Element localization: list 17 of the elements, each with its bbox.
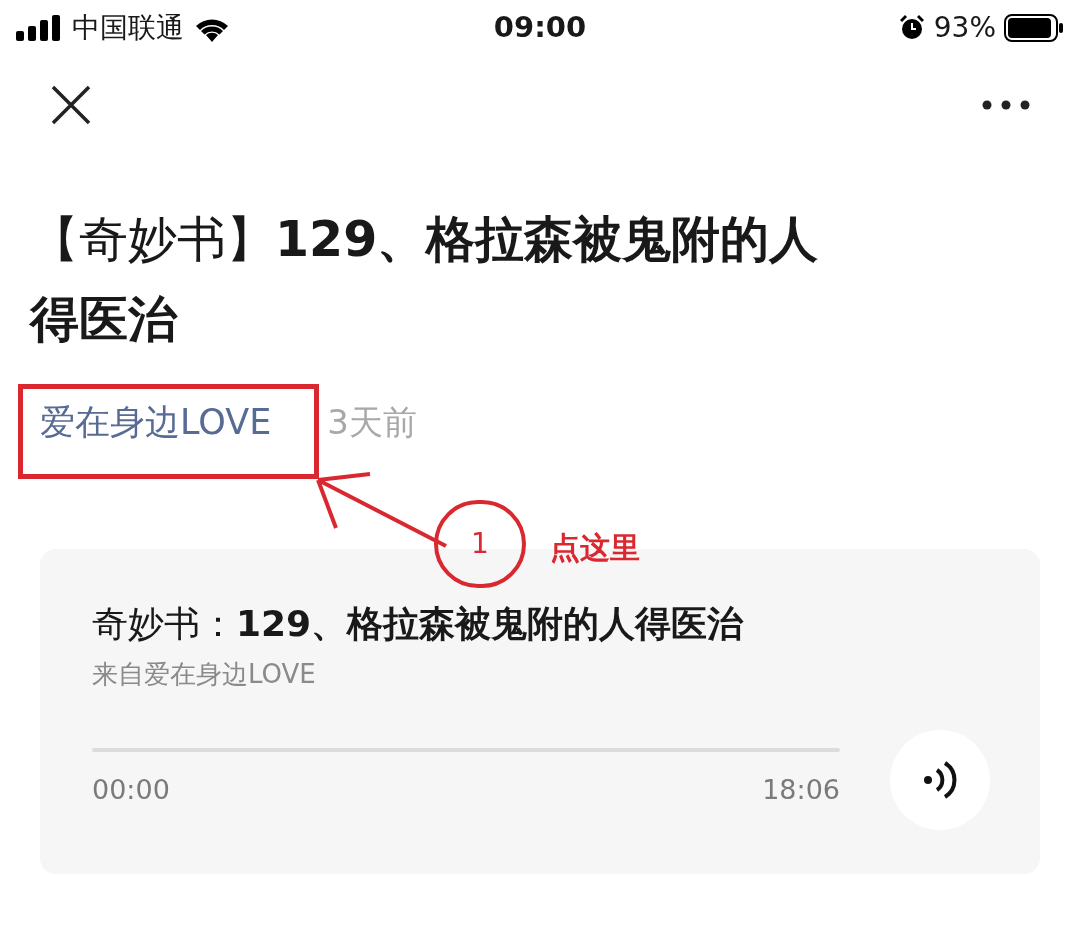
author-link[interactable]: 爱在身边LOVE xyxy=(40,396,272,449)
audio-title: 奇妙书：129、格拉森被鬼附的人得医治 xyxy=(92,601,745,646)
close-icon[interactable] xyxy=(50,84,92,126)
publish-time: 3天前 xyxy=(327,401,417,444)
article-title: 【奇妙书】129、格拉森被鬼附的人得医治 xyxy=(30,210,820,350)
signal-icon xyxy=(16,14,62,41)
clock-time: 09:00 xyxy=(493,8,587,46)
elapsed-time: 00:00 xyxy=(92,773,170,808)
carrier-name: 中国联通 xyxy=(72,9,184,46)
battery-icon xyxy=(1004,13,1064,42)
audio-source: 来自爱在身边LOVE xyxy=(92,657,317,691)
progress-track[interactable] xyxy=(92,748,840,753)
more-icon[interactable] xyxy=(982,100,1030,110)
total-duration: 18:06 xyxy=(762,773,840,808)
battery-percent: 93% xyxy=(933,9,996,46)
sound-wave-icon xyxy=(923,759,957,800)
step-number: 1 xyxy=(434,500,526,588)
